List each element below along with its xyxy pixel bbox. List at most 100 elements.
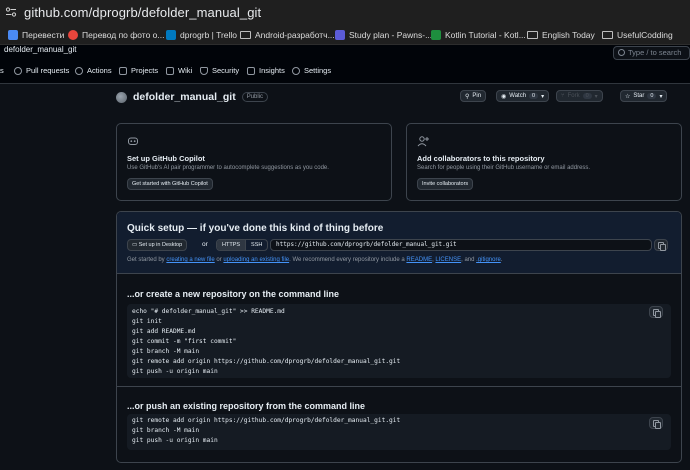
create-section-title: ...or create a new repository on the com…	[127, 289, 340, 299]
setup-desktop-button[interactable]: ▭ Set up in Desktop	[127, 239, 188, 251]
tab-settings[interactable]: Settings	[292, 66, 331, 75]
upload-file-link[interactable]: uploading an existing file	[223, 257, 289, 263]
tab-wiki[interactable]: Wiki	[166, 66, 192, 75]
bookmark-label: Перевести	[22, 30, 65, 40]
kotlin-icon	[431, 30, 441, 40]
bookmark-label: English Today	[542, 30, 595, 40]
wiki-icon	[166, 66, 174, 75]
tab-projects[interactable]: Projects	[119, 66, 158, 75]
pin-icon: ⚲	[465, 93, 470, 100]
readme-link[interactable]: README	[406, 257, 432, 263]
star-label: Star	[633, 93, 645, 99]
tab-actions[interactable]: Actions	[75, 66, 112, 75]
gear-icon	[292, 66, 300, 75]
desktop-icon: ▭	[132, 242, 139, 248]
notion-icon	[335, 30, 345, 40]
desc-text: Get started by	[127, 257, 167, 263]
copy-icon[interactable]	[649, 306, 663, 318]
url-field[interactable]: github.com/dprogrb/defolder_manual_git	[24, 5, 261, 20]
tab-label: Wiki	[178, 66, 193, 75]
pin-button[interactable]: ⚲ Pin	[460, 90, 487, 102]
watch-label: Watch	[509, 93, 527, 99]
clone-url-input[interactable]: https://github.com/dprogrb/defolder_manu…	[270, 239, 652, 251]
quick-setup-title: Quick setup — if you've done this kind o…	[127, 223, 384, 234]
collaborators-title: Add collaborators to this repository	[417, 154, 545, 163]
tab-code[interactable]: s	[0, 66, 4, 75]
protocol-toggle: HTTPS SSH	[216, 239, 269, 251]
tab-pull-requests[interactable]: Pull requests	[14, 66, 69, 75]
bookmark-translate[interactable]: Перевести	[8, 28, 64, 42]
browser-address-bar: github.com/dprogrb/defolder_manual_git	[0, 0, 690, 25]
bookmark-study-plan[interactable]: Study plan - Pawns-...	[335, 28, 432, 42]
code-line: echo "# defolder_manual_git" >> README.m…	[132, 308, 285, 315]
search-input[interactable]: Type / to search	[613, 46, 690, 60]
setup-desktop-label: Set up in Desktop	[138, 242, 183, 248]
watch-count: 0	[529, 93, 539, 99]
bookmark-photo-translate[interactable]: Перевод по фото о...	[68, 28, 165, 42]
trello-icon	[166, 30, 176, 40]
copilot-title: Set up GitHub Copilot	[127, 154, 205, 163]
desc-text: .	[500, 257, 503, 263]
push-repo-section: ...or push an existing repository from t…	[117, 387, 681, 462]
tab-label: Security	[212, 66, 240, 75]
bookmark-kotlin[interactable]: Kotlin Tutorial - Kotl...	[431, 28, 526, 42]
copy-icon[interactable]	[649, 417, 663, 429]
copy-icon[interactable]	[654, 239, 668, 251]
bookmark-usefulcodding[interactable]: UsefulCodding	[602, 28, 673, 42]
invite-collaborators-button[interactable]: Invite collaborators	[417, 178, 474, 190]
repo-nav: s Pull requests Actions Projects Wiki Se…	[0, 60, 690, 84]
quick-setup-header: Quick setup — if you've done this kind o…	[117, 212, 681, 274]
license-link[interactable]: LICENSE	[435, 257, 461, 263]
bookmark-label: Study plan - Pawns-...	[349, 30, 433, 40]
fork-label: Fork	[567, 93, 580, 99]
code-line: git push -u origin main	[132, 437, 218, 444]
copilot-button[interactable]: Get started with GitHub Copilot	[127, 178, 213, 190]
bookmark-label: Android-разработч...	[255, 30, 335, 40]
graph-icon	[247, 66, 255, 75]
watch-button[interactable]: ◉ Watch 0 ▾	[496, 90, 550, 102]
actions-icon	[75, 66, 83, 75]
bookmarks-bar: Перевести Перевод по фото о... dprogrb |…	[0, 25, 690, 45]
code-line: git branch -M main	[132, 427, 200, 434]
https-button[interactable]: HTTPS	[217, 240, 246, 250]
star-icon: ☆	[625, 93, 631, 100]
desc-text: , and	[461, 257, 477, 263]
copilot-icon	[128, 137, 138, 145]
site-settings-icon[interactable]	[5, 6, 17, 18]
quick-setup-box: Quick setup — if you've done this kind o…	[116, 211, 682, 463]
desc-text: . We recommend every repository include …	[289, 257, 407, 263]
gitignore-link[interactable]: .gitignore	[476, 257, 501, 263]
bookmark-english-today[interactable]: English Today	[527, 28, 595, 42]
folder-icon	[240, 31, 251, 39]
chevron-down-icon: ▾	[659, 93, 663, 100]
pull-request-icon	[14, 66, 22, 75]
code-line: git branch -M main	[132, 348, 200, 355]
create-repo-section: ...or create a new repository on the com…	[117, 274, 681, 387]
star-button[interactable]: ☆ Star 0 ▾	[620, 90, 668, 102]
code-line: git add README.md	[132, 328, 196, 335]
tab-insights[interactable]: Insights	[247, 66, 285, 75]
collaborators-card: Add collaborators to this repository Sea…	[406, 123, 682, 201]
create-code-block: echo "# defolder_manual_git" >> README.m…	[127, 304, 671, 378]
create-new-file-link[interactable]: creating a new file	[166, 257, 214, 263]
repo-name[interactable]: defolder_manual_git	[133, 91, 236, 103]
eye-icon: ◉	[501, 93, 507, 100]
tab-security[interactable]: Security	[200, 66, 239, 75]
fork-icon: ⑂	[561, 93, 565, 99]
push-section-title: ...or push an existing repository from t…	[127, 401, 366, 411]
tab-label: Actions	[87, 66, 112, 75]
bookmark-trello[interactable]: dprogrb | Trello	[166, 28, 237, 42]
avatar[interactable]	[116, 91, 127, 103]
fork-button[interactable]: ⑂ Fork 0 ▾	[556, 90, 603, 102]
collaborators-text: Search for people using their GitHub use…	[417, 165, 591, 171]
code-line: git remote add origin https://github.com…	[132, 417, 401, 424]
bookmark-android[interactable]: Android-разработч...	[240, 28, 335, 42]
ssh-button[interactable]: SSH	[245, 240, 267, 250]
chevron-down-icon: ▾	[541, 93, 545, 100]
tab-label: Projects	[131, 66, 159, 75]
translate-icon	[8, 30, 18, 40]
copilot-card: Set up GitHub Copilot Use GitHub's AI pa…	[116, 123, 392, 201]
breadcrumb[interactable]: defolder_manual_git	[4, 45, 77, 54]
star-count: 0	[647, 93, 657, 99]
code-line: git commit -m "first commit"	[132, 338, 237, 345]
